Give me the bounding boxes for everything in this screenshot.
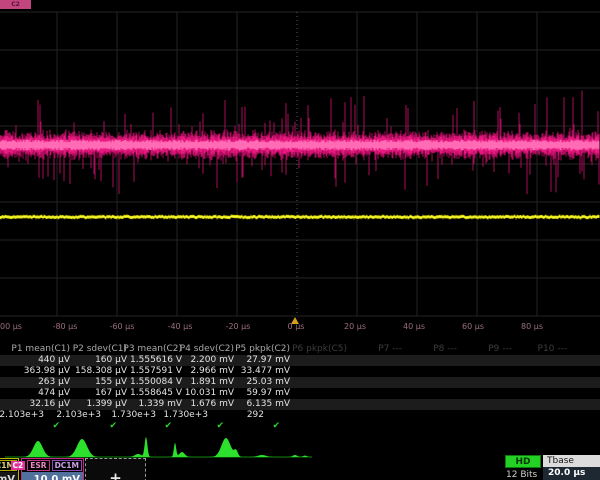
param-P1-num: 2.103e+3 bbox=[0, 410, 44, 421]
hd-mode-badge[interactable]: HD bbox=[505, 455, 541, 468]
histicon bbox=[123, 437, 163, 457]
param-P5-value: 27.97 mV bbox=[246, 355, 290, 366]
param-P3-sdev: 1.339 mV bbox=[138, 399, 182, 410]
measurement-table[interactable]: P1 mean(C1)P2 sdev(C1)P3 mean(C2)P4 sdev… bbox=[0, 344, 600, 432]
param-P5-mean: 33.477 mV bbox=[241, 366, 290, 377]
param-header-P6[interactable]: P6 pkpk(C5) bbox=[292, 344, 347, 355]
param-P4-num: 1.730e+3 bbox=[163, 410, 208, 421]
oscilloscope-screen: C2 -100 µs -80 µs -60 µs -40 µs -20 µs 0 µs 20… bbox=[0, 0, 600, 480]
param-P2-mean: 158.308 µV bbox=[75, 366, 127, 377]
timebase-title: Tbase bbox=[543, 455, 600, 467]
param-P1-min: 263 µV bbox=[38, 377, 70, 388]
histicon bbox=[62, 439, 102, 457]
channel-c2-coupling-chip: DC1M bbox=[52, 460, 82, 471]
param-P1-max: 474 µV bbox=[38, 388, 70, 399]
histicon bbox=[159, 443, 199, 457]
param-P5-max: 59.97 mV bbox=[246, 388, 290, 399]
time-axis-label: 0 µs bbox=[288, 322, 305, 331]
param-header-P9[interactable]: P9 --- bbox=[488, 344, 512, 355]
histicon bbox=[208, 438, 248, 457]
param-P4-mean: 2.966 mV bbox=[190, 366, 234, 377]
channel-c1-scale: 10.0 mV bbox=[0, 472, 18, 480]
param-P2-max: 167 µV bbox=[95, 388, 127, 399]
param-P2-sdev: 1.399 µV bbox=[86, 399, 127, 410]
param-header-P7[interactable]: P7 --- bbox=[378, 344, 402, 355]
time-axis-label: -40 µs bbox=[168, 322, 193, 331]
param-P3-value: 1.555616 V bbox=[130, 355, 182, 366]
time-axis-label: 20 µs bbox=[344, 322, 366, 331]
param-P2-num: 2.103e+3 bbox=[56, 410, 101, 421]
channel-c2-descriptor[interactable]: C2 ESR DC1M 10.0 mV bbox=[21, 458, 84, 480]
param-P3-max: 1.558645 V bbox=[130, 388, 182, 399]
time-axis-label: -80 µs bbox=[53, 322, 78, 331]
graticule-lines bbox=[0, 12, 600, 316]
param-header-P3[interactable]: P3 mean(C2) bbox=[123, 344, 182, 355]
table-row: 263 µV 155 µV1.550084 V 1.891 mV 25.03 mV bbox=[0, 377, 600, 388]
timebase-descriptor[interactable]: Tbase 20.0 µs bbox=[543, 455, 600, 480]
param-P2-value: 160 µV bbox=[95, 355, 127, 366]
table-row: 2.103e+3 2.103e+3 1.730e+3 1.730e+3 292 bbox=[0, 410, 600, 421]
param-P3-mean: 1.557591 V bbox=[130, 366, 182, 377]
table-row: 474 µV 167 µV1.558645 V10.031 mV 59.97 mV bbox=[0, 388, 600, 399]
param-P4-value: 2.200 mV bbox=[190, 355, 234, 366]
histicon bbox=[18, 441, 58, 457]
param-header-P2[interactable]: P2 sdev(C1) bbox=[73, 344, 127, 355]
param-P4-sdev: 1.676 mV bbox=[190, 399, 234, 410]
param-P4-min: 1.891 mV bbox=[190, 377, 234, 388]
param-P5-sdev: 6.135 mV bbox=[246, 399, 290, 410]
time-axis-label: -20 µs bbox=[226, 322, 251, 331]
time-axis-label: 60 µs bbox=[462, 322, 484, 331]
top-left-badge: C2 bbox=[0, 0, 31, 9]
timebase-value: 20.0 µs bbox=[543, 467, 600, 480]
channel-c2-badge: C2 bbox=[11, 461, 26, 470]
channel-c2-esr-chip: ESR bbox=[27, 460, 49, 471]
param-P1-value: 440 µV bbox=[38, 355, 70, 366]
param-P4-max: 10.031 mV bbox=[185, 388, 234, 399]
plus-icon: + bbox=[109, 469, 122, 480]
waveform-grid bbox=[0, 0, 600, 330]
param-header-P10[interactable]: P10 --- bbox=[538, 344, 567, 355]
time-axis-label: 40 µs bbox=[403, 322, 425, 331]
param-header-P1[interactable]: P1 mean(C1) bbox=[11, 344, 70, 355]
time-axis-label: -60 µs bbox=[110, 322, 135, 331]
param-P5-num: 292 bbox=[247, 410, 264, 421]
param-P5-min: 25.03 mV bbox=[246, 377, 290, 388]
time-axis-label: 80 µs bbox=[521, 322, 543, 331]
param-P1-sdev: 32.16 µV bbox=[29, 399, 70, 410]
channel-c2-scale: 10.0 mV bbox=[22, 472, 83, 480]
table-row: 440 µV 160 µV1.555616 V 2.200 mV 27.97 mV bbox=[0, 355, 600, 366]
table-row: 363.98 µV 158.308 µV1.557591 V 2.966 mV 33.… bbox=[0, 366, 600, 377]
time-axis-label: -100 µs bbox=[0, 322, 22, 331]
param-header-P5[interactable]: P5 pkpk(C2) bbox=[235, 344, 290, 355]
channel-c2-title: C2 ESR DC1M bbox=[22, 459, 83, 472]
add-trace-button[interactable]: + bbox=[85, 458, 146, 480]
param-P3-min: 1.550084 V bbox=[130, 377, 182, 388]
param-header-P4[interactable]: P4 sdev(C2) bbox=[180, 344, 234, 355]
table-row: 32.16 µV 1.399 µV 1.339 mV 1.676 mV 6.135 mV bbox=[0, 399, 600, 410]
param-P2-min: 155 µV bbox=[95, 377, 127, 388]
param-P3-num: 1.730e+3 bbox=[111, 410, 156, 421]
param-header-P8[interactable]: P8 --- bbox=[433, 344, 457, 355]
param-P1-mean: 363.98 µV bbox=[24, 366, 70, 377]
table-row: P1 mean(C1)P2 sdev(C1)P3 mean(C2)P4 sdev… bbox=[0, 344, 600, 355]
bits-label: 12 Bits bbox=[506, 470, 537, 480]
